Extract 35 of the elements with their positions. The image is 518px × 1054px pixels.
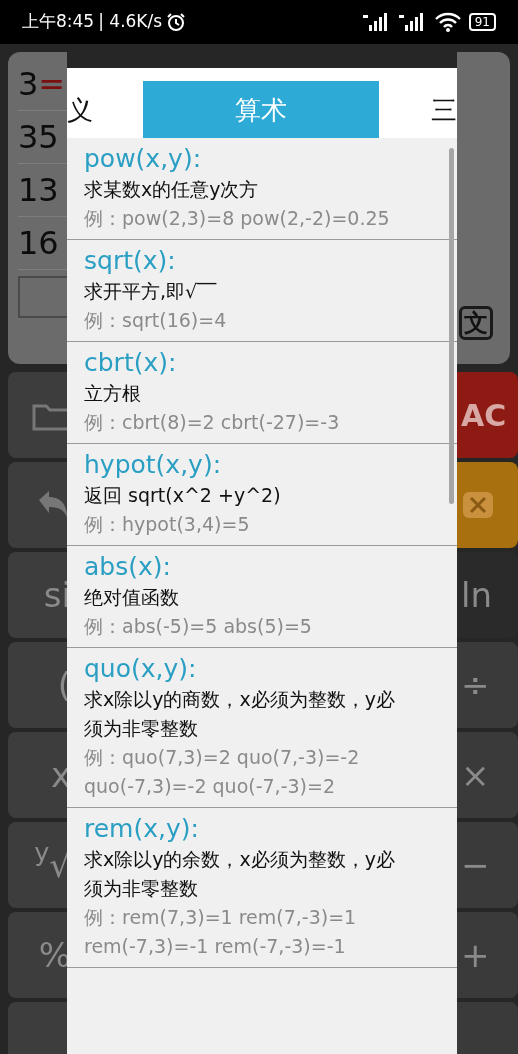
function-description: 返回 sqrt(x^2 +y^2) xyxy=(84,483,282,508)
function-name: quo(x,y): xyxy=(84,653,198,685)
function-description: 求x除以y的商数，x必须为整数，y必须为非零整数 xyxy=(84,687,396,741)
category-tab[interactable]: 算术 xyxy=(143,81,379,138)
calculator-key[interactable]: ln xyxy=(457,552,518,638)
calculator-key[interactable]: − xyxy=(457,822,518,908)
function-example: 例：abs(-5)=5 abs(5)=5 xyxy=(84,614,313,639)
calculator-key[interactable]: × xyxy=(457,732,518,818)
function-name: hypot(x,y): xyxy=(84,449,223,481)
function-example: 例：sqrt(16)=4 xyxy=(84,308,228,333)
function-example: 例：cbrt(8)=2 cbrt(-27)=-3 xyxy=(84,410,341,435)
function-example: 例：hypot(3,4)=5 xyxy=(84,512,251,537)
function-name: cbrt(x): xyxy=(84,347,178,379)
function-name: abs(x): xyxy=(84,551,172,583)
function-name: pow(x,y): xyxy=(84,143,203,175)
battery-indicator: 91 xyxy=(468,13,496,31)
function-description: 立方根 xyxy=(84,381,142,406)
function-description: 绝对值函数 xyxy=(84,585,180,610)
status-time: 上午8:45 xyxy=(22,10,95,34)
function-example: 例：pow(2,3)=8 pow(2,-2)=0.25 xyxy=(84,206,391,231)
function-description: 求某数x的任意y次方 xyxy=(84,177,260,202)
function-example: 例：rem(7,3)=1 rem(7,-3)=1 rem(-7,3)=-1 rem(-7,-3)=-1 xyxy=(84,905,358,959)
function-name: sqrt(x): xyxy=(84,245,177,277)
function-description: 求开平方,即√‾‾ xyxy=(84,279,218,304)
function-name: rem(x,y): xyxy=(84,813,200,845)
backspace-icon xyxy=(461,490,495,520)
function-description: 求x除以y的余数，x必须为整数，y必须为非零整数 xyxy=(84,847,396,901)
function-example: 例：quo(7,3)=2 quo(7,-3)=-2 quo(-7,3)=-2 quo(-7,-3)=2 xyxy=(84,745,361,799)
calculator-key[interactable]: + xyxy=(457,912,518,998)
wifi-icon xyxy=(434,12,461,32)
network-speed: | 4.6K/s xyxy=(98,10,163,34)
calculator-key[interactable]: ÷ xyxy=(457,642,518,728)
mode-key[interactable]: 文 xyxy=(459,306,493,340)
calculator-key[interactable]: AC xyxy=(457,372,518,458)
alarm-icon xyxy=(166,12,187,32)
